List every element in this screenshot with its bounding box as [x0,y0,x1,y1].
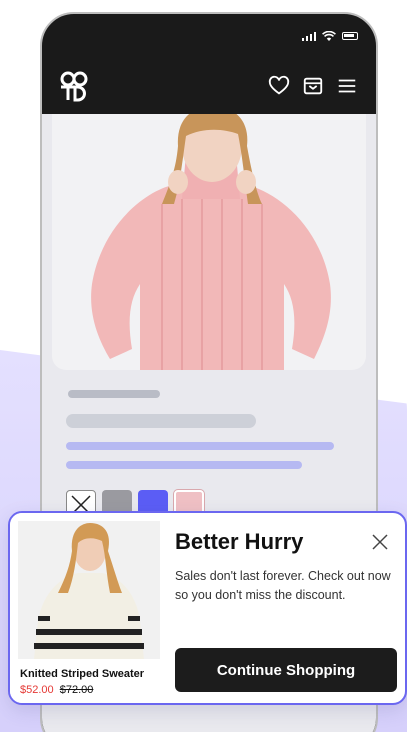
header-actions [268,75,358,97]
status-bar [42,14,376,58]
skeleton-line [66,461,302,469]
wifi-icon [322,30,336,41]
model-pink-sweater-illustration [91,114,331,370]
product-image[interactable] [52,114,366,370]
popup-product-image[interactable] [18,521,160,659]
battery-icon [342,32,358,40]
popup-product-card[interactable]: Knitted Striped Sweater $52.00 $72.00 [10,513,160,703]
menu-icon[interactable] [336,75,358,97]
brand-logo[interactable] [58,70,90,102]
model-striped-sweater-illustration [34,523,144,659]
app-header [42,58,376,114]
heart-icon[interactable] [268,75,290,97]
continue-shopping-button[interactable]: Continue Shopping [175,648,397,692]
skeleton-line [66,442,334,450]
signal-icon [301,31,316,41]
close-icon[interactable] [371,533,389,551]
skeleton-line [66,414,256,428]
urgency-popup: Knitted Striped Sweater $52.00 $72.00 Be… [8,511,407,705]
skeleton-line [68,390,160,398]
price-row: $52.00 $72.00 [20,684,93,696]
original-price: $72.00 [59,684,94,696]
popup-title: Better Hurry [175,529,304,554]
sale-price: $52.00 [20,684,54,696]
popup-product-name: Knitted Striped Sweater [20,668,145,680]
archive-box-icon[interactable] [302,75,324,97]
popup-message: Sales don't last forever. Check out now … [175,569,391,602]
